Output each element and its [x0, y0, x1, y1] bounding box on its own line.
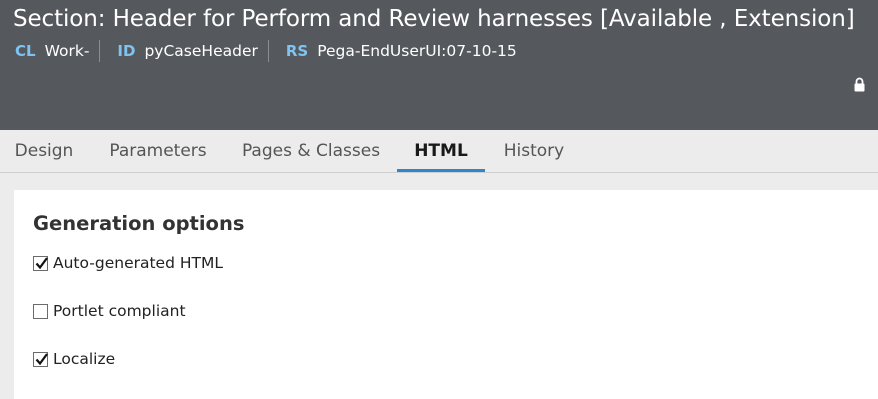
rule-header: Section: Header for Perform and Review h… [0, 0, 878, 130]
meta-divider [99, 40, 101, 62]
tab-html[interactable]: HTML [397, 130, 485, 172]
tab-history[interactable]: History [500, 130, 568, 172]
meta-class: CL Work- [15, 42, 89, 60]
tab-pages-classes[interactable]: Pages & Classes [241, 130, 381, 172]
tab-bar: Design Parameters Pages & Classes HTML H… [0, 130, 878, 173]
meta-key-rs: RS [285, 42, 309, 60]
checkmark-icon [35, 256, 48, 269]
portlet-compliant-checkbox[interactable] [33, 303, 48, 319]
meta-key-id: ID [117, 42, 136, 60]
lock-icon[interactable] [853, 77, 866, 92]
auto-generated-html-option[interactable]: Auto-generated HTML [33, 253, 223, 273]
portlet-compliant-option[interactable]: Portlet compliant [33, 301, 186, 321]
tab-parameters[interactable]: Parameters [107, 130, 209, 172]
rule-meta-bar: CL Work- ID pyCaseHeader RS Pega-EndUser… [15, 40, 517, 62]
checkmark-icon [35, 352, 48, 365]
portlet-compliant-label: Portlet compliant [53, 302, 186, 320]
localize-label: Localize [53, 350, 116, 368]
generation-options-heading: Generation options [33, 212, 245, 235]
page-title: Section: Header for Perform and Review h… [13, 6, 855, 32]
meta-value-class: Work- [44, 42, 90, 60]
tab-design[interactable]: Design [14, 130, 74, 172]
meta-key-cl: CL [15, 42, 36, 60]
meta-value-id: pyCaseHeader [144, 42, 258, 60]
auto-generated-html-label: Auto-generated HTML [53, 254, 223, 272]
meta-ruleset: RS Pega-EndUserUI:07-10-15 [286, 42, 517, 60]
localize-checkbox[interactable] [33, 351, 48, 367]
localize-option[interactable]: Localize [33, 349, 115, 369]
meta-id: ID pyCaseHeader [117, 42, 257, 60]
meta-value-ruleset: Pega-EndUserUI:07-10-15 [317, 42, 517, 60]
auto-generated-html-checkbox[interactable] [33, 255, 48, 271]
meta-divider [267, 40, 269, 62]
html-tab-panel: Generation options Auto-generated HTML P… [14, 190, 878, 399]
